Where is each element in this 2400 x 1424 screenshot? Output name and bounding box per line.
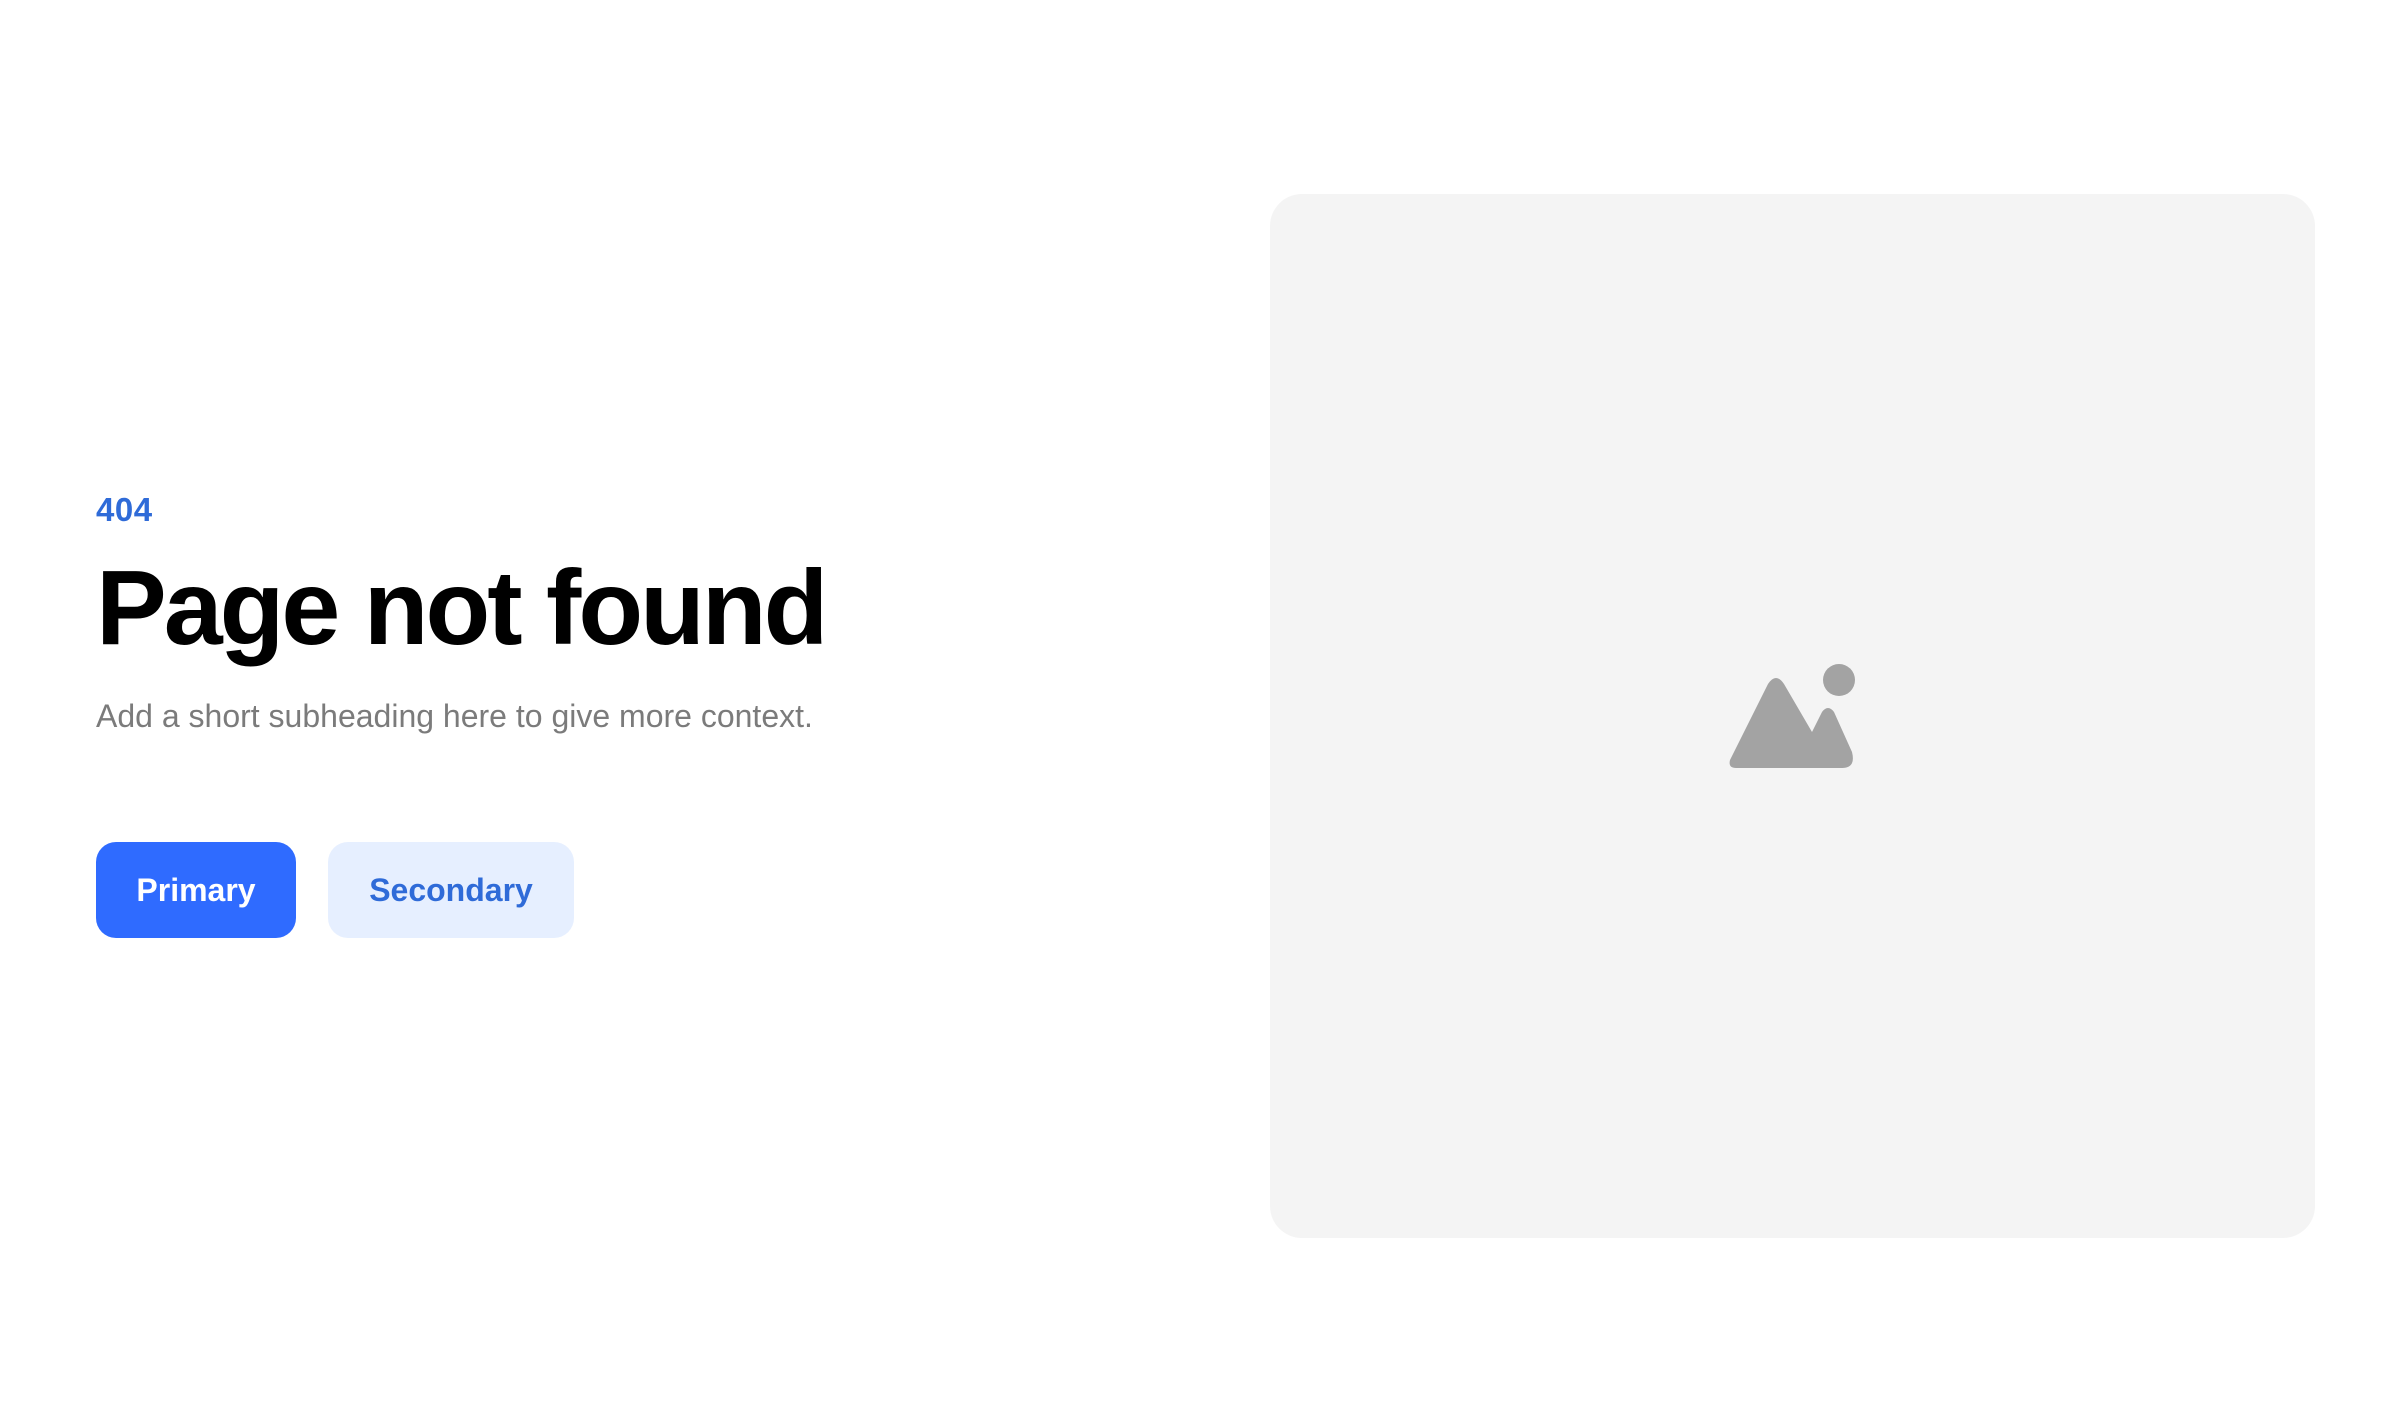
page-title: Page not found (96, 549, 828, 667)
action-buttons: Primary Secondary (96, 842, 574, 938)
image-placeholder-icon (1729, 664, 1855, 768)
error-code: 404 (96, 491, 153, 528)
primary-button[interactable]: Primary (96, 842, 296, 938)
not-found-page: 404 Page not found Add a short subheadin… (0, 0, 2400, 1424)
error-content: 404 Page not found Add a short subheadin… (96, 490, 1096, 736)
page-subheading: Add a short subheading here to give more… (96, 698, 813, 734)
secondary-button[interactable]: Secondary (328, 842, 574, 938)
